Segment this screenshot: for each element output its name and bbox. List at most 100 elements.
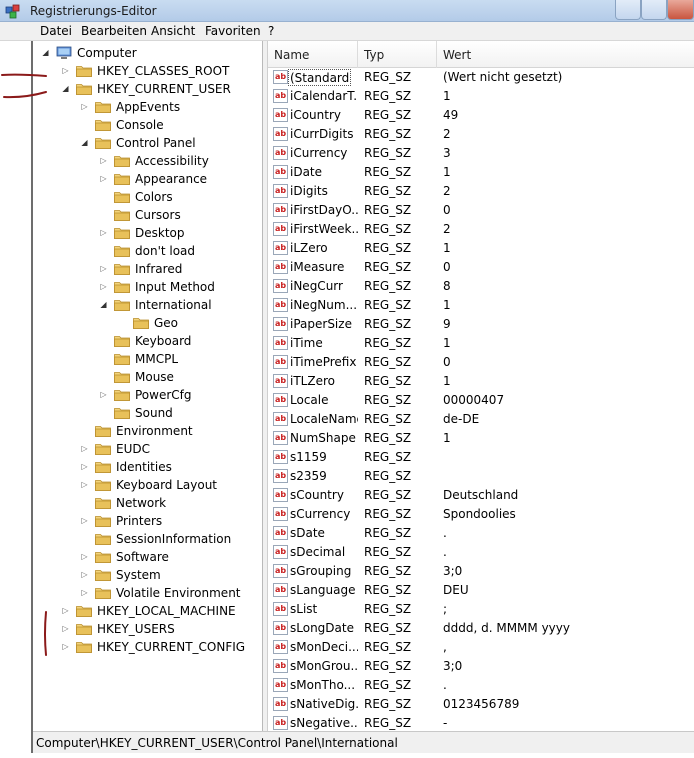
table-row[interactable]: ab sDecimal REG_SZ.: [268, 543, 694, 562]
table-row[interactable]: ab sLanguage REG_SZ DEU: [268, 581, 694, 600]
tree-item[interactable]: ▷ Printers: [33, 512, 262, 530]
tree-item[interactable]: Keyboard: [33, 332, 262, 350]
table-row[interactable]: ab iTimePrefix REG_SZ 0: [268, 353, 694, 372]
table-row[interactable]: ab iPaperSize REG_SZ 9: [268, 315, 694, 334]
table-row[interactable]: ab sCountry REG_SZ Deutschland: [268, 486, 694, 505]
collapsed-arrow-icon[interactable]: ▷: [61, 624, 70, 633]
tree-item[interactable]: Colors: [33, 188, 262, 206]
table-row[interactable]: ab iNegNum... REG_SZ 1: [268, 296, 694, 315]
table-row[interactable]: ab NumShape REG_SZ 1: [268, 429, 694, 448]
collapsed-arrow-icon[interactable]: ▷: [80, 588, 89, 597]
column-header-type[interactable]: Typ: [358, 41, 437, 68]
tree-item[interactable]: ▷ HKEY_CURRENT_CONFIG: [33, 638, 262, 656]
collapsed-arrow-icon[interactable]: ▷: [61, 66, 70, 75]
table-row[interactable]: ab sList REG_SZ;: [268, 600, 694, 619]
tree-item[interactable]: ▷ Accessibility: [33, 152, 262, 170]
menu-bearbeiten[interactable]: Bearbeiten: [79, 24, 149, 38]
tree-item[interactable]: ▷ PowerCfg: [33, 386, 262, 404]
table-row[interactable]: ab sGrouping REG_SZ 3;0: [268, 562, 694, 581]
menu-help[interactable]: ?: [266, 24, 276, 38]
tree-item[interactable]: SessionInformation: [33, 530, 262, 548]
tree-item[interactable]: ◢ HKEY_CURRENT_USER: [33, 80, 262, 98]
collapsed-arrow-icon[interactable]: ▷: [80, 480, 89, 489]
table-row[interactable]: ab iDigits REG_SZ 2: [268, 182, 694, 201]
collapsed-arrow-icon[interactable]: ▷: [80, 444, 89, 453]
table-row[interactable]: absNativeDig... REG_SZ 0123456789: [268, 695, 694, 714]
table-row[interactable]: ab Locale REG_SZ 00000407: [268, 391, 694, 410]
menu-ansicht[interactable]: Ansicht: [149, 24, 197, 38]
table-row[interactable]: ab iLZero REG_SZ 1: [268, 239, 694, 258]
tree-item[interactable]: ▷ HKEY_CLASSES_ROOT: [33, 62, 262, 80]
expanded-arrow-icon[interactable]: ◢: [61, 84, 70, 93]
expanded-arrow-icon[interactable]: ◢: [41, 48, 50, 57]
table-row[interactable]: ab s2359 REG_SZ: [268, 467, 694, 486]
collapsed-arrow-icon[interactable]: ▷: [80, 552, 89, 561]
title-bar[interactable]: Registrierungs-Editor: [0, 0, 694, 22]
collapsed-arrow-icon[interactable]: ▷: [99, 156, 108, 165]
tree-item[interactable]: ▷ Infrared: [33, 260, 262, 278]
collapsed-arrow-icon[interactable]: ▷: [99, 264, 108, 273]
tree-item[interactable]: Geo: [33, 314, 262, 332]
table-row[interactable]: ab iCountry REG_SZ 49: [268, 106, 694, 125]
table-row[interactable]: ab LocaleName REG_SZ de-DE: [268, 410, 694, 429]
tree-item[interactable]: Network: [33, 494, 262, 512]
tree-item[interactable]: Console: [33, 116, 262, 134]
table-row[interactable]: ab sMonTho... REG_SZ.: [268, 676, 694, 695]
collapsed-arrow-icon[interactable]: ▷: [99, 228, 108, 237]
collapsed-arrow-icon[interactable]: ▷: [80, 516, 89, 525]
expanded-arrow-icon[interactable]: ◢: [80, 138, 89, 147]
tree-item[interactable]: ▷ Desktop: [33, 224, 262, 242]
table-row[interactable]: ab sMonDeci... REG_SZ,: [268, 638, 694, 657]
menu-favoriten[interactable]: Favoriten: [203, 24, 263, 38]
table-row[interactable]: ab sDate REG_SZ.: [268, 524, 694, 543]
table-row[interactable]: ab iNegCurr REG_SZ 8: [268, 277, 694, 296]
menu-datei[interactable]: Datei: [38, 24, 74, 38]
tree-item[interactable]: ▷ System: [33, 566, 262, 584]
expanded-arrow-icon[interactable]: ◢: [99, 300, 108, 309]
table-row[interactable]: ab sCurrency REG_SZ Spondoolies: [268, 505, 694, 524]
tree-item[interactable]: ◢ Computer: [33, 44, 262, 62]
collapsed-arrow-icon[interactable]: ▷: [61, 606, 70, 615]
table-row[interactable]: ab iMeasure REG_SZ 0: [268, 258, 694, 277]
maximize-button[interactable]: [641, 0, 667, 20]
table-row[interactable]: ab sLongDate REG_SZ dddd, d. MMMM yyyy: [268, 619, 694, 638]
tree-item[interactable]: ▷ EUDC: [33, 440, 262, 458]
tree-item[interactable]: Environment: [33, 422, 262, 440]
table-row[interactable]: ab iTLZero REG_SZ 1: [268, 372, 694, 391]
table-row[interactable]: ab sMonGrou... REG_SZ 3;0: [268, 657, 694, 676]
tree-item[interactable]: ◢ International: [33, 296, 262, 314]
tree-item[interactable]: Mouse: [33, 368, 262, 386]
tree-item[interactable]: ▷ Volatile Environment: [33, 584, 262, 602]
tree-item[interactable]: MMCPL: [33, 350, 262, 368]
tree-item[interactable]: ▷ HKEY_USERS: [33, 620, 262, 638]
minimize-button[interactable]: [615, 0, 641, 20]
column-header-name[interactable]: Name: [268, 41, 358, 68]
collapsed-arrow-icon[interactable]: ▷: [80, 102, 89, 111]
table-row[interactable]: ab iCalendarT... REG_SZ 1: [268, 87, 694, 106]
table-row[interactable]: ab iFirstWeek... REG_SZ 2: [268, 220, 694, 239]
tree-item[interactable]: ▷ Keyboard Layout: [33, 476, 262, 494]
collapsed-arrow-icon[interactable]: ▷: [99, 282, 108, 291]
table-row[interactable]: ab iCurrDigits REG_SZ 2: [268, 125, 694, 144]
table-row[interactable]: ab s1159 REG_SZ: [268, 448, 694, 467]
tree-item[interactable]: ▷ HKEY_LOCAL_MACHINE: [33, 602, 262, 620]
tree-item[interactable]: Sound: [33, 404, 262, 422]
tree-item[interactable]: ▷ Input Method: [33, 278, 262, 296]
value-list[interactable]: Name Typ Wert ab (Standard) REG_SZ (Wert ni…: [268, 41, 694, 731]
table-row[interactable]: ab iDate REG_SZ 1: [268, 163, 694, 182]
collapsed-arrow-icon[interactable]: ▷: [61, 642, 70, 651]
table-row[interactable]: ab iFirstDayO... REG_SZ 0: [268, 201, 694, 220]
collapsed-arrow-icon[interactable]: ▷: [80, 462, 89, 471]
tree-item[interactable]: ▷ AppEvents: [33, 98, 262, 116]
tree-item[interactable]: ▷ Appearance: [33, 170, 262, 188]
table-row[interactable]: ab sNegative... REG_SZ -: [268, 714, 694, 731]
key-tree[interactable]: ◢ Computer ▷ HKEY_CLASSES_ROOT ◢ HKEY_CURRENT…: [33, 41, 263, 731]
table-row[interactable]: ab (Standard) REG_SZ (Wert nicht gesetzt): [268, 68, 694, 87]
tree-item[interactable]: ◢ Control Panel: [33, 134, 262, 152]
tree-item[interactable]: ▷ Software: [33, 548, 262, 566]
collapsed-arrow-icon[interactable]: ▷: [80, 570, 89, 579]
close-button[interactable]: [667, 0, 694, 20]
tree-item[interactable]: Cursors: [33, 206, 262, 224]
column-header-value[interactable]: Wert: [437, 41, 694, 68]
collapsed-arrow-icon[interactable]: ▷: [99, 390, 108, 399]
